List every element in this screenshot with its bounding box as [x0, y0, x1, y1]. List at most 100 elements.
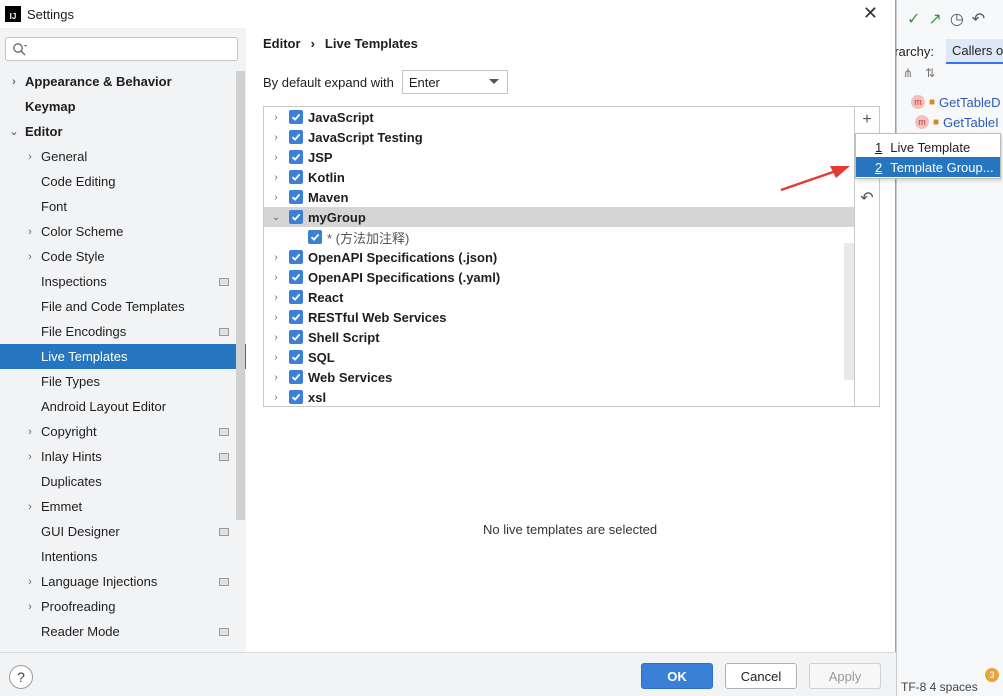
sort-icon[interactable]: ⇅: [925, 66, 935, 80]
template-group-row[interactable]: › OpenAPI Specifications (.json): [264, 247, 854, 267]
chevron-right-icon[interactable]: ›: [271, 272, 281, 283]
chevron-right-icon[interactable]: ›: [24, 451, 36, 463]
chevron-down-icon[interactable]: ⌄: [271, 212, 281, 223]
checkbox[interactable]: [289, 370, 303, 384]
chevron-right-icon[interactable]: ›: [271, 152, 281, 163]
sidebar-item-editor[interactable]: ⌄ Editor: [0, 119, 246, 144]
chevron-right-icon[interactable]: ›: [24, 151, 36, 163]
sidebar-item-keymap[interactable]: Keymap: [0, 94, 246, 119]
breadcrumb-parent[interactable]: Editor: [263, 36, 301, 51]
chevron-right-icon[interactable]: ›: [271, 172, 281, 183]
chevron-right-icon[interactable]: ›: [271, 112, 281, 123]
checkbox[interactable]: [289, 170, 303, 184]
checkbox[interactable]: [289, 150, 303, 164]
template-group-row[interactable]: ⌄ myGroup: [264, 207, 854, 227]
sidebar-item-intentions[interactable]: Intentions: [0, 544, 246, 569]
chevron-right-icon[interactable]: ›: [24, 501, 36, 513]
chevron-right-icon[interactable]: ›: [24, 251, 36, 263]
sidebar-item-emmet[interactable]: › Emmet: [0, 494, 246, 519]
arrow-up-right-icon[interactable]: ↗: [928, 9, 941, 29]
checkbox[interactable]: [289, 270, 303, 284]
checkbox[interactable]: [289, 210, 303, 224]
chevron-right-icon[interactable]: ›: [271, 352, 281, 363]
chevron-down-icon[interactable]: ⌄: [8, 125, 20, 138]
sidebar-item-inlay-hints[interactable]: › Inlay Hints: [0, 444, 246, 469]
template-group-row[interactable]: › React: [264, 287, 854, 307]
template-group-row[interactable]: › Maven: [264, 187, 854, 207]
sidebar-item-copyright[interactable]: › Copyright: [0, 419, 246, 444]
template-group-row[interactable]: › OpenAPI Specifications (.yaml): [264, 267, 854, 287]
template-group-row[interactable]: › SQL: [264, 347, 854, 367]
expand-with-select[interactable]: Enter: [401, 70, 508, 94]
help-icon[interactable]: ?: [9, 665, 33, 689]
template-group-row[interactable]: › xsl: [264, 387, 854, 406]
template-group-row[interactable]: › JavaScript Testing: [264, 127, 854, 147]
chevron-right-icon[interactable]: ›: [271, 192, 281, 203]
sidebar-item-file-types[interactable]: File Types: [0, 369, 246, 394]
template-group-row[interactable]: › Web Services: [264, 367, 854, 387]
chevron-right-icon[interactable]: ›: [271, 392, 281, 403]
template-group-row[interactable]: › RESTful Web Services: [264, 307, 854, 327]
tree-scrollbar[interactable]: [844, 243, 854, 380]
close-icon[interactable]: ✕: [863, 3, 878, 24]
search-input[interactable]: [5, 37, 238, 61]
sidebar-item-color-scheme[interactable]: › Color Scheme: [0, 219, 246, 244]
sidebar-item-code-style[interactable]: › Code Style: [0, 244, 246, 269]
ok-button[interactable]: OK: [641, 663, 713, 689]
template-group-row[interactable]: › JavaScript: [264, 107, 854, 127]
sidebar-item-file-encodings[interactable]: File Encodings: [0, 319, 246, 344]
chevron-right-icon[interactable]: ›: [271, 332, 281, 343]
hierarchy-row[interactable]: m ■ GetTableD: [897, 92, 1003, 112]
chevron-right-icon[interactable]: ›: [24, 601, 36, 613]
chevron-right-icon[interactable]: ›: [271, 312, 281, 323]
sidebar-item-file-and-code-templates[interactable]: File and Code Templates: [0, 294, 246, 319]
chevron-right-icon[interactable]: ›: [271, 252, 281, 263]
chevron-right-icon[interactable]: ›: [24, 226, 36, 238]
checkbox[interactable]: [308, 230, 322, 244]
clock-icon[interactable]: ◷: [950, 9, 964, 29]
sidebar-item-duplicates[interactable]: Duplicates: [0, 469, 246, 494]
checkbox[interactable]: [289, 190, 303, 204]
sidebar-item-proofreading[interactable]: › Proofreading: [0, 594, 246, 619]
callers-tab[interactable]: Callers o: [945, 38, 1003, 64]
checkbox[interactable]: [289, 290, 303, 304]
cancel-button[interactable]: Cancel: [725, 663, 797, 689]
checkbox[interactable]: [289, 390, 303, 404]
sidebar-item-live-templates[interactable]: Live Templates: [0, 344, 246, 369]
apply-button[interactable]: Apply: [809, 663, 881, 689]
sidebar-item-code-editing[interactable]: Code Editing: [0, 169, 246, 194]
checkbox[interactable]: [289, 110, 303, 124]
chevron-right-icon[interactable]: ›: [24, 576, 36, 588]
notification-badge[interactable]: 3: [985, 668, 999, 682]
checkbox[interactable]: [289, 310, 303, 324]
checkbox[interactable]: [289, 250, 303, 264]
chevron-right-icon[interactable]: ›: [8, 76, 20, 88]
sidebar-item-general[interactable]: › General: [0, 144, 246, 169]
checkbox[interactable]: [289, 330, 303, 344]
hierarchy-tree-icon[interactable]: ⋔: [903, 66, 913, 80]
menu-item-live-template[interactable]: 1 Live Template: [856, 137, 1000, 157]
hierarchy-row[interactable]: m ■ GetTableI: [897, 112, 1003, 132]
sidebar-item-inspections[interactable]: Inspections: [0, 269, 246, 294]
checkbox[interactable]: [289, 350, 303, 364]
add-icon[interactable]: +: [857, 110, 877, 130]
undo-icon[interactable]: ↶: [857, 188, 877, 208]
menu-item-template-group[interactable]: 2 Template Group...: [856, 157, 1000, 177]
undo-icon[interactable]: ↶: [972, 9, 985, 29]
chevron-right-icon[interactable]: ›: [24, 426, 36, 438]
sidebar-scrollbar[interactable]: [236, 71, 245, 520]
template-group-row[interactable]: › JSP: [264, 147, 854, 167]
template-group-row[interactable]: › Shell Script: [264, 327, 854, 347]
sidebar-item-gui-designer[interactable]: GUI Designer: [0, 519, 246, 544]
sidebar-item-font[interactable]: Font: [0, 194, 246, 219]
sidebar-item-android-layout-editor[interactable]: Android Layout Editor: [0, 394, 246, 419]
check-icon[interactable]: ✓: [907, 9, 920, 29]
template-item[interactable]: * (方法加注释): [264, 227, 854, 247]
chevron-right-icon[interactable]: ›: [271, 132, 281, 143]
sidebar-item-language-injections[interactable]: › Language Injections: [0, 569, 246, 594]
template-group-row[interactable]: › Kotlin: [264, 167, 854, 187]
sidebar-item-appearance-behavior[interactable]: › Appearance & Behavior: [0, 69, 246, 94]
chevron-right-icon[interactable]: ›: [271, 372, 281, 383]
sidebar-item-reader-mode[interactable]: Reader Mode: [0, 619, 246, 644]
chevron-right-icon[interactable]: ›: [271, 292, 281, 303]
